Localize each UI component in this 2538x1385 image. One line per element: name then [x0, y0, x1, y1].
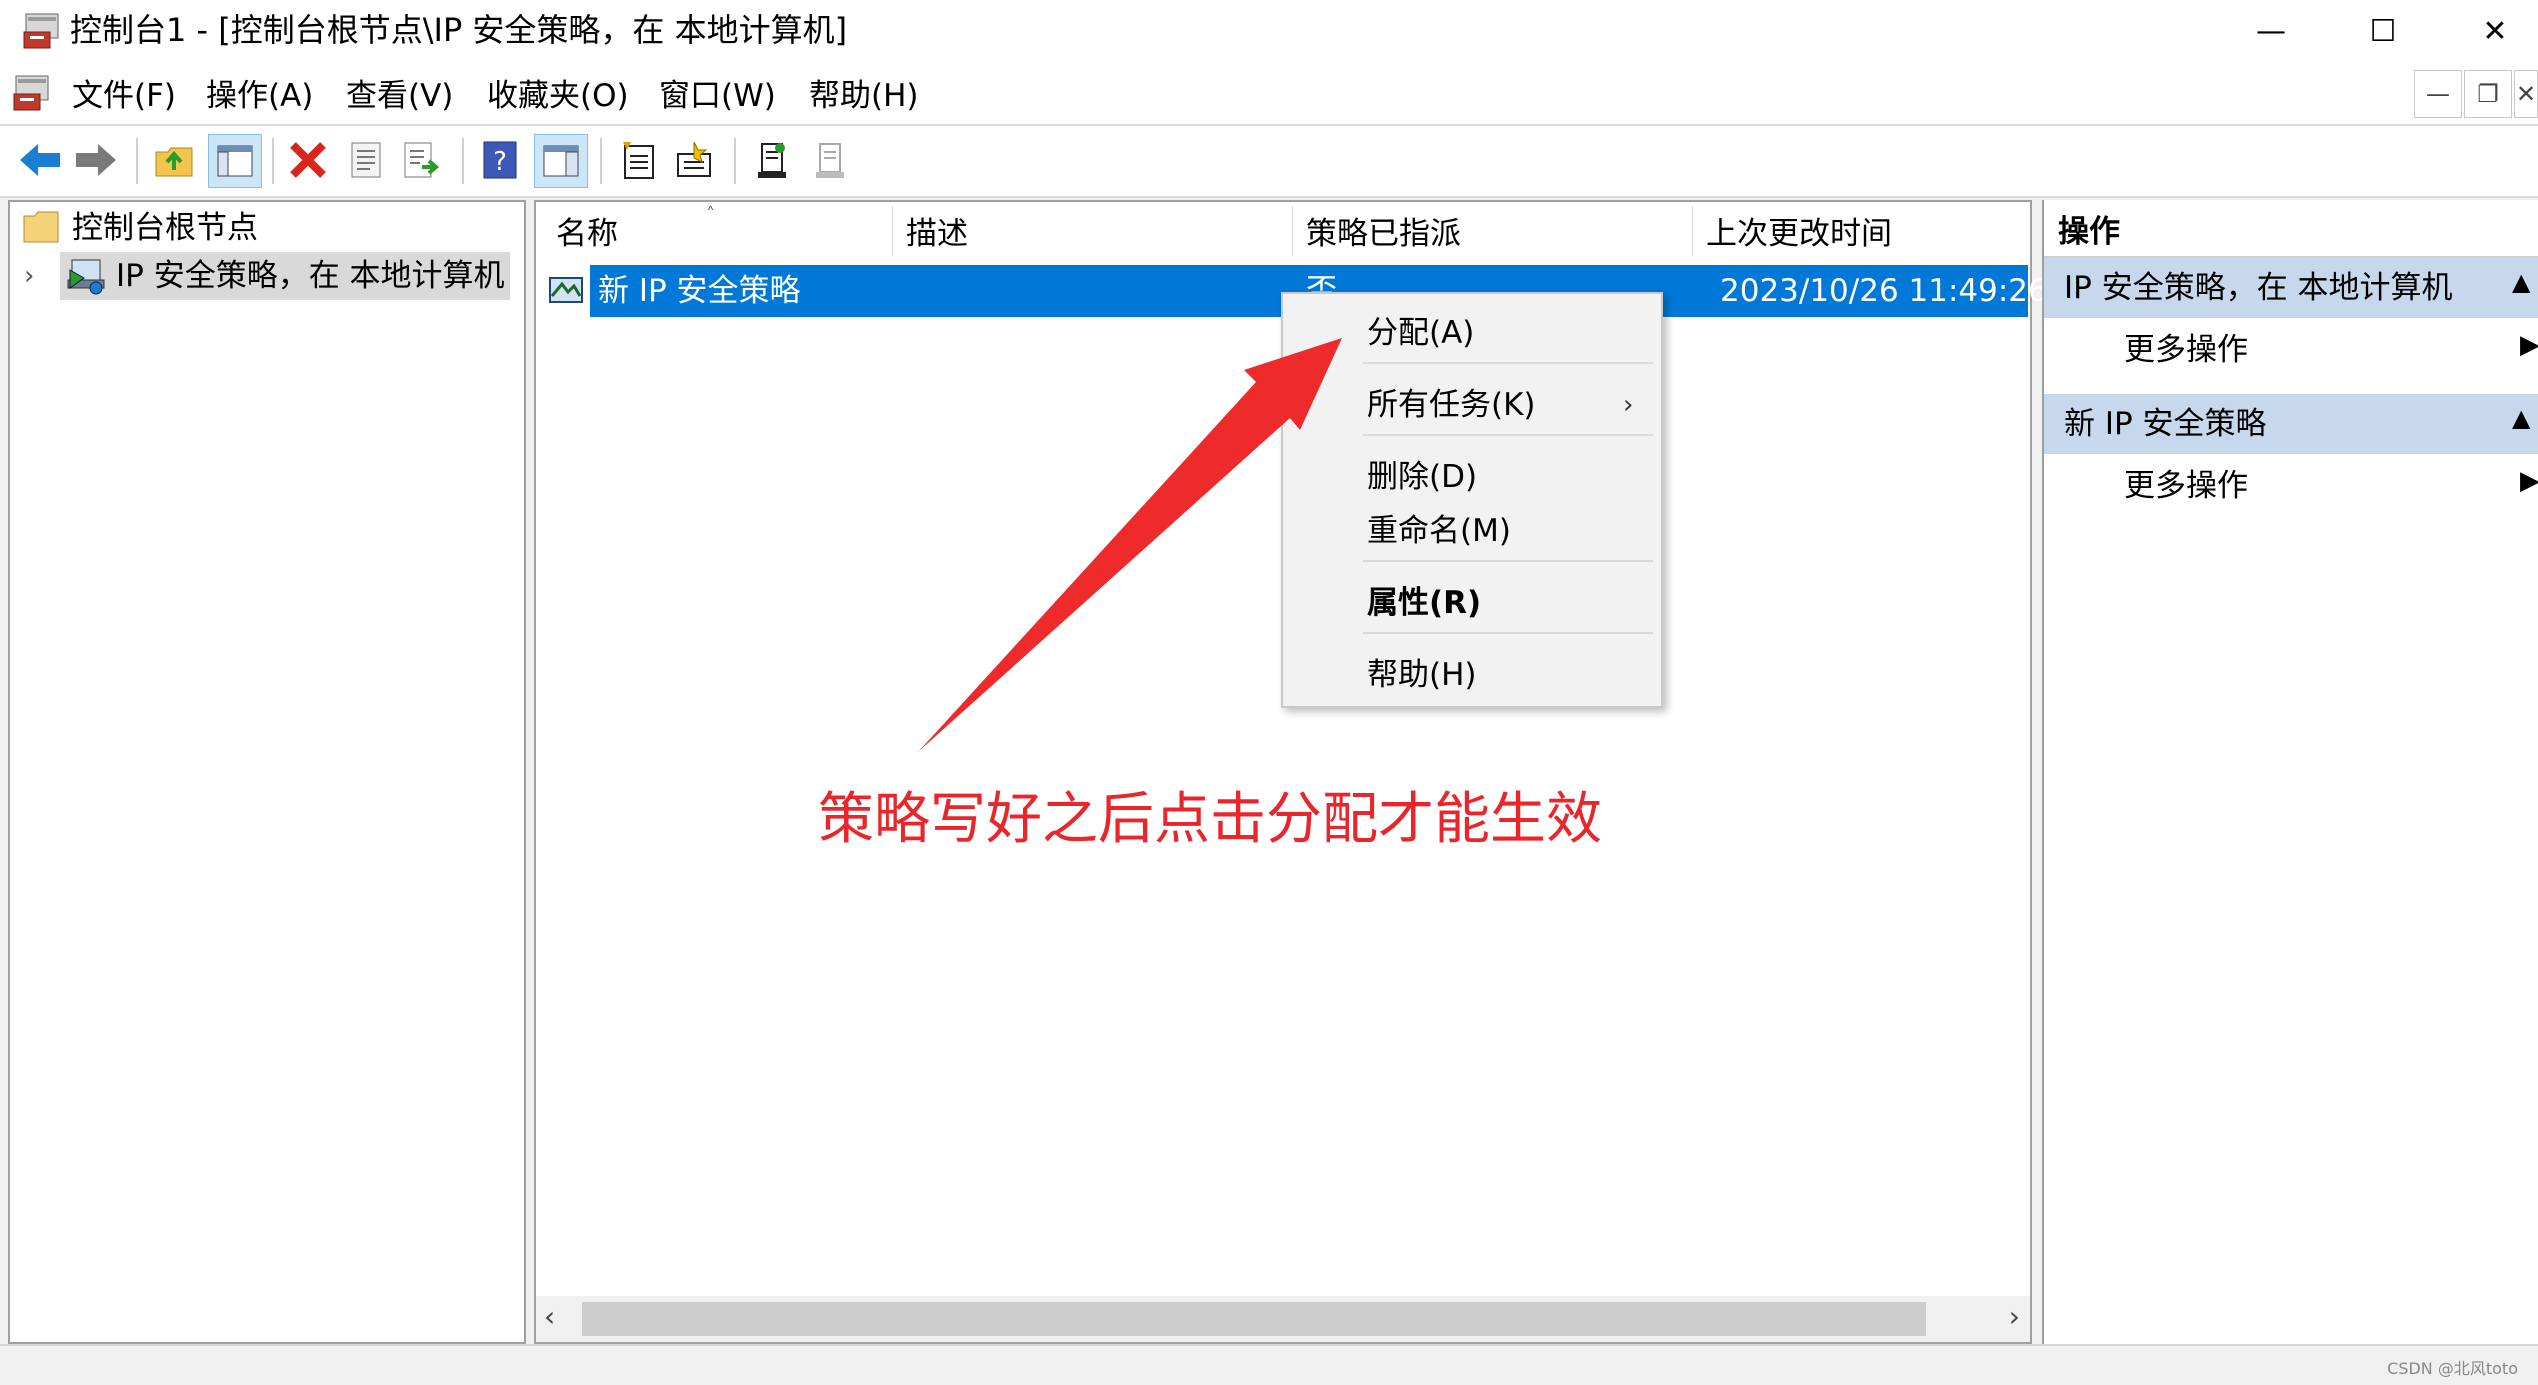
- menu-separator: [1363, 560, 1653, 562]
- svg-text:?: ?: [493, 147, 507, 177]
- tree-root-node[interactable]: 控制台根节点: [22, 208, 522, 248]
- collapse-up-icon[interactable]: ▲: [2512, 404, 2530, 432]
- show-hide-action-pane-icon[interactable]: [534, 134, 588, 188]
- action-pane: 操作 IP 安全策略，在 本地计算机 ▲ 更多操作 ▶ 新 IP 安全策略 ▲ …: [2042, 200, 2538, 1344]
- tree-item-ipsec-local[interactable]: IP 安全策略，在 本地计算机: [60, 252, 510, 300]
- toolbar-separator: [734, 138, 736, 184]
- menu-item-label: 属性(R): [1367, 585, 1482, 621]
- scroll-right-arrow-icon[interactable]: ›: [2009, 1300, 2020, 1333]
- menu-separator: [1363, 632, 1653, 634]
- menu-separator: [1363, 362, 1653, 364]
- annotation-arrow: [918, 338, 1342, 752]
- column-divider[interactable]: [1292, 206, 1293, 256]
- horizontal-scrollbar[interactable]: ‹ ›: [536, 1296, 2030, 1342]
- export-list-icon[interactable]: [396, 134, 448, 186]
- up-folder-icon[interactable]: [148, 134, 200, 186]
- toolbar: ?: [0, 126, 2538, 198]
- menu-item-label: 所有任务(K): [1367, 387, 1536, 423]
- help-icon[interactable]: ?: [474, 134, 526, 186]
- action-pane-header: 操作: [2044, 206, 2538, 258]
- column-header-row: 名称 ˄ 描述 策略已指派 上次更改时间: [536, 202, 2030, 260]
- column-header-assigned[interactable]: 策略已指派: [1306, 214, 1461, 254]
- window-title: 控制台1 - [控制台根节点\IP 安全策略，在 本地计算机]: [70, 11, 848, 49]
- toolbar-separator: [272, 138, 274, 184]
- column-header-description[interactable]: 描述: [906, 214, 968, 254]
- tree-root-label: 控制台根节点: [72, 210, 258, 246]
- action-section-title: 新 IP 安全策略: [2064, 406, 2267, 442]
- action-more-actions[interactable]: 更多操作 ▶: [2044, 460, 2538, 512]
- action-section-header[interactable]: 新 IP 安全策略 ▲: [2044, 394, 2538, 454]
- column-divider[interactable]: [892, 206, 893, 256]
- console-doc-icon[interactable]: [12, 74, 52, 112]
- child-restore-button[interactable]: ❐: [2464, 70, 2512, 118]
- unassign-icon[interactable]: [804, 134, 856, 186]
- submenu-arrow-icon: ▶: [2520, 466, 2538, 496]
- toolbar-separator: [462, 138, 464, 184]
- manage-filter-lists-icon[interactable]: [612, 134, 664, 186]
- child-minimize-button[interactable]: —: [2414, 70, 2462, 118]
- menu-favorites[interactable]: 收藏夹(O): [487, 76, 629, 116]
- create-policy-icon[interactable]: [668, 134, 720, 186]
- watermark: CSDN @北风toto: [2387, 1359, 2518, 1378]
- folder-icon: [22, 210, 60, 244]
- maximize-button[interactable]: ☐: [2328, 0, 2438, 62]
- ip-security-policy-icon: [66, 256, 106, 296]
- toolbar-separator: [136, 138, 138, 184]
- column-header-modified[interactable]: 上次更改时间: [1706, 214, 1892, 254]
- submenu-arrow-icon: ▶: [2520, 330, 2538, 360]
- menu-file[interactable]: 文件(F): [72, 76, 176, 116]
- menu-item-label: 帮助(H): [1367, 657, 1477, 693]
- child-close-button[interactable]: ✕: [2514, 70, 2538, 118]
- assign-icon[interactable]: [746, 134, 798, 186]
- forward-arrow-icon[interactable]: [70, 134, 122, 186]
- close-button[interactable]: ✕: [2440, 0, 2538, 62]
- status-bar: CSDN @北风toto: [0, 1344, 2538, 1385]
- action-more-actions[interactable]: 更多操作 ▶: [2044, 324, 2538, 376]
- column-header-name[interactable]: 名称: [556, 214, 618, 254]
- tree-pane: 控制台根节点 › IP 安全策略，在 本地计算机: [8, 200, 526, 1344]
- menu-view[interactable]: 查看(V): [346, 76, 453, 116]
- collapse-up-icon[interactable]: ▲: [2512, 268, 2530, 296]
- column-divider[interactable]: [1692, 206, 1693, 256]
- action-pane-title: 操作: [2058, 214, 2120, 250]
- minimize-button[interactable]: —: [2216, 0, 2326, 62]
- tree-item-label: IP 安全策略，在 本地计算机: [116, 258, 505, 294]
- cell-name: 新 IP 安全策略: [598, 273, 801, 309]
- more-actions-label: 更多操作: [2124, 468, 2248, 504]
- more-actions-label: 更多操作: [2124, 332, 2248, 368]
- menu-item-label: 分配(A): [1367, 315, 1475, 351]
- scroll-left-arrow-icon[interactable]: ‹: [544, 1300, 555, 1333]
- menu-item-label: 重命名(M): [1367, 513, 1511, 549]
- title-bar: 控制台1 - [控制台根节点\IP 安全策略，在 本地计算机] — ☐ ✕: [0, 0, 2538, 62]
- delete-icon[interactable]: [282, 134, 334, 186]
- action-section-title: IP 安全策略，在 本地计算机: [2064, 270, 2453, 306]
- mmc-app-icon[interactable]: [22, 12, 62, 50]
- menu-window[interactable]: 窗口(W): [659, 76, 776, 116]
- action-section-header[interactable]: IP 安全策略，在 本地计算机 ▲: [2044, 258, 2538, 318]
- show-hide-tree-icon[interactable]: [208, 134, 262, 188]
- menu-item-label: 删除(D): [1367, 459, 1478, 495]
- submenu-chevron-icon: ›: [1623, 390, 1634, 420]
- sort-ascending-icon: ˄: [706, 204, 715, 225]
- menu-bar: 文件(F) 操作(A) 查看(V) 收藏夹(O) 窗口(W) 帮助(H): [0, 62, 2538, 126]
- annotation-text: 策略写好之后点击分配才能生效: [818, 787, 1602, 852]
- menu-help[interactable]: 帮助(H): [809, 76, 919, 116]
- properties-icon[interactable]: [340, 134, 392, 186]
- menu-action[interactable]: 操作(A): [206, 76, 313, 116]
- tree-expand-chevron-icon[interactable]: ›: [24, 256, 48, 296]
- scrollbar-thumb[interactable]: [582, 1302, 1926, 1336]
- policy-icon: [546, 270, 586, 310]
- cell-modified: 2023/10/26 11:49:26: [1720, 273, 2048, 309]
- back-arrow-icon[interactable]: [14, 134, 66, 186]
- toolbar-separator: [600, 138, 602, 184]
- menu-separator: [1363, 434, 1653, 436]
